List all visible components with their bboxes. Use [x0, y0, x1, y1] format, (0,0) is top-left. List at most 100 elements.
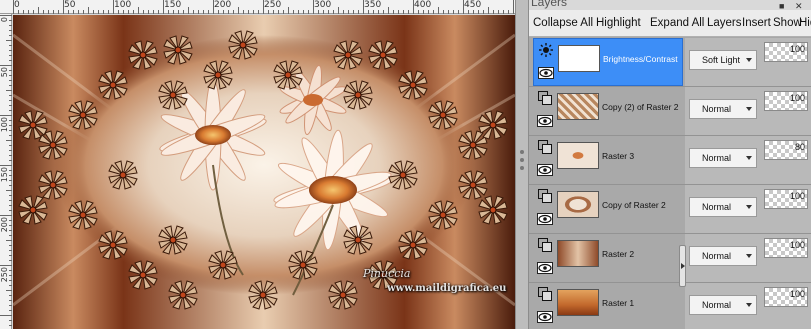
layer-properties: Normal 100: [685, 234, 811, 282]
chevron-right-icon: [681, 263, 685, 269]
ruler-label: 450: [464, 0, 482, 10]
layer-name-cell[interactable]: Raster 2: [533, 234, 683, 282]
layer-row-raster-2[interactable]: Raster 2 Normal 100: [529, 234, 811, 283]
layer-thumbnail: [557, 289, 599, 316]
opacity-field[interactable]: 80: [764, 140, 808, 160]
chevron-down-icon: [746, 205, 752, 209]
layer-row-raster-1[interactable]: Raster 1 Normal 100: [529, 283, 811, 329]
layer-row-brightness-contrast[interactable]: Brightness/Contrast Soft Light 100: [529, 38, 811, 87]
ruler-label: 0: [0, 17, 9, 23]
blend-mode-dropdown[interactable]: Normal: [689, 246, 757, 266]
visibility-eye-icon[interactable]: [537, 115, 553, 127]
layer-properties: Soft Light 100: [685, 38, 811, 86]
layer-name-cell[interactable]: Raster 3: [533, 136, 683, 184]
blend-mode-value: Normal: [702, 202, 732, 212]
layer-thumbnail: [557, 142, 599, 169]
layer-properties: Normal 100: [685, 185, 811, 233]
raster-layer-icon: [538, 238, 552, 252]
horizontal-ruler-ticks: [13, 0, 514, 14]
pin-icon[interactable]: ■: [779, 1, 784, 10]
ruler-label: 250: [264, 0, 282, 10]
blend-mode-dropdown[interactable]: Soft Light: [689, 50, 757, 70]
opacity-field[interactable]: 100: [764, 91, 808, 111]
ruler-label: 50: [64, 0, 76, 10]
opacity-field[interactable]: 100: [764, 238, 808, 258]
layer-properties: Normal 100: [685, 87, 811, 135]
highlight-button[interactable]: Highlight: [596, 17, 641, 29]
watermark-name: Pinuccia: [363, 267, 411, 280]
adjustment-icon: [539, 43, 553, 57]
expand-all-button[interactable]: Expand All: [650, 17, 704, 29]
blend-mode-dropdown[interactable]: Normal: [689, 197, 757, 217]
close-icon[interactable]: ✕: [795, 1, 803, 10]
chevron-down-icon: [746, 254, 752, 258]
chevron-down-icon: [746, 156, 752, 160]
blend-mode-value: Normal: [702, 104, 732, 114]
layer-name-cell[interactable]: Copy of Raster 2: [533, 185, 683, 233]
blend-mode-dropdown[interactable]: Normal: [689, 295, 757, 315]
layer-name: Raster 1: [602, 298, 635, 308]
horizontal-ruler: 0 50 100 150 200 250 300 350 400 450: [0, 0, 515, 14]
watermark-url: www.maildigrafica.eu: [387, 283, 507, 294]
chevron-down-icon: [746, 107, 752, 111]
layer-thumbnail: [557, 93, 599, 120]
blend-mode-value: Normal: [702, 300, 732, 310]
visibility-eye-icon[interactable]: [537, 213, 553, 225]
visibility-eye-icon[interactable]: [537, 311, 553, 323]
ruler-label: 200: [0, 217, 9, 233]
ruler-label: 150: [0, 167, 9, 183]
canvas-area: 0 50 100 150 200 250 300 350 400 450 0 5…: [0, 0, 515, 329]
opacity-field[interactable]: 100: [764, 42, 808, 62]
layer-row-raster-3[interactable]: Raster 3 Normal 80: [529, 136, 811, 185]
grip-dot: [520, 158, 524, 162]
layer-thumbnail: [558, 45, 600, 72]
ruler-label: 0: [14, 0, 20, 10]
layer-row-copy-of-raster-2[interactable]: Copy of Raster 2 Normal 100: [529, 185, 811, 234]
layer-name: Copy of Raster 2: [602, 200, 666, 210]
vertical-ruler: 0 50 100 150 200 250: [0, 14, 12, 329]
raster-layer-icon: [538, 287, 552, 301]
visibility-eye-icon[interactable]: [538, 67, 554, 79]
ruler-label: 50: [0, 67, 9, 78]
panel-splitter[interactable]: [515, 0, 529, 329]
raster-layer-icon: [538, 140, 552, 154]
insert-button[interactable]: Insert: [742, 17, 771, 29]
layers-palette-title: Layers: [531, 0, 568, 9]
ruler-label: 100: [114, 0, 132, 10]
layer-thumbnail: [557, 240, 599, 267]
chevron-down-icon: [746, 303, 752, 307]
canvas-artwork[interactable]: Pinuccia www.maildigrafica.eu: [13, 15, 515, 329]
layer-name-cell[interactable]: Copy (2) of Raster 2: [533, 87, 683, 135]
visibility-eye-icon[interactable]: [537, 262, 553, 274]
layer-properties: Normal 100: [685, 283, 811, 329]
layer-name-cell[interactable]: Raster 1: [533, 283, 683, 329]
collapse-all-button[interactable]: Collapse All: [533, 17, 593, 29]
layer-row-copy-2-of-raster-2[interactable]: Copy (2) of Raster 2 Normal 100: [529, 87, 811, 136]
raster-layer-icon: [538, 91, 552, 105]
raster-layer-icon: [538, 189, 552, 203]
ruler-label: 400: [414, 0, 432, 10]
visibility-eye-icon[interactable]: [537, 164, 553, 176]
ruler-label: 100: [0, 117, 9, 133]
group-collapse-handle[interactable]: [679, 245, 686, 287]
opacity-value: 80: [794, 142, 805, 152]
grip-dot: [520, 166, 524, 170]
ruler-label: 250: [0, 267, 9, 283]
opacity-value: 100: [789, 191, 805, 201]
blend-mode-dropdown[interactable]: Normal: [689, 99, 757, 119]
opacity-field[interactable]: 100: [764, 287, 808, 307]
opacity-value: 100: [789, 289, 805, 299]
layers-menu-button[interactable]: Layers: [707, 17, 742, 29]
layer-thumbnail: [557, 191, 599, 218]
hide-button[interactable]: Hide: [799, 17, 811, 29]
show-button[interactable]: Show: [773, 17, 802, 29]
layers-palette: Layers ■ ✕ Collapse All Highlight Expand…: [529, 0, 811, 329]
layer-name-cell[interactable]: Brightness/Contrast: [533, 38, 683, 86]
opacity-field[interactable]: 100: [764, 189, 808, 209]
layer-name: Raster 3: [602, 151, 635, 161]
blend-mode-dropdown[interactable]: Normal: [689, 148, 757, 168]
layer-name: Raster 2: [602, 249, 635, 259]
ruler-label: 200: [214, 0, 232, 10]
ruler-label: 350: [364, 0, 382, 10]
blend-mode-value: Normal: [702, 153, 732, 163]
